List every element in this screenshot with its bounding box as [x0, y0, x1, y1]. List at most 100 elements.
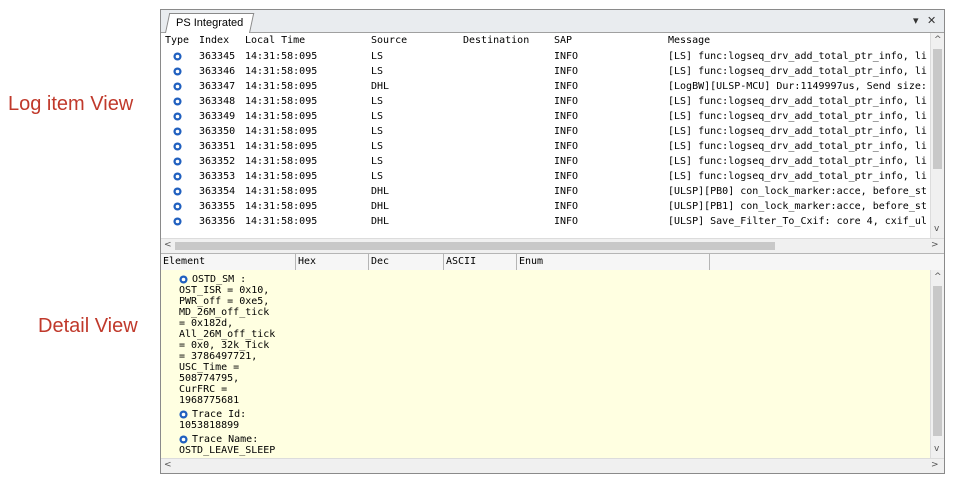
detail-scroll-down-arrow-icon[interactable]: v	[934, 444, 939, 454]
detail-col-ascii[interactable]: ASCII	[444, 254, 517, 270]
detail-col-enum[interactable]: Enum	[517, 254, 710, 270]
log-vertical-scrollbar[interactable]: ^ v	[930, 33, 944, 238]
cell-message: [LS] func:logseq_drv_add_total_ptr_info,…	[668, 51, 927, 62]
col-header-source[interactable]: Source	[371, 33, 407, 48]
scroll-left-arrow-icon[interactable]: <	[164, 240, 172, 250]
cell-message: [LS] func:logseq_drv_add_total_ptr_info,…	[668, 96, 927, 107]
log-type-icon	[173, 172, 182, 181]
cell-index: 363354	[199, 186, 236, 197]
scroll-down-arrow-icon[interactable]: v	[934, 224, 939, 234]
table-row[interactable]: 363346 14:31:58:095 LS INFO [LS] func:logseq…	[161, 64, 931, 79]
tree-node-value: = 3786497721,	[179, 351, 258, 362]
cell-sap: INFO	[554, 126, 579, 137]
tab-bar: PS Integrated ▾ ✕	[161, 10, 944, 33]
cell-local-time: 14:31:58:095	[245, 66, 318, 77]
cell-message: [LS] func:logseq_drv_add_total_ptr_info,…	[668, 141, 927, 152]
cell-message: [LS] func:logseq_drv_add_total_ptr_info,…	[668, 156, 927, 167]
cell-index: 363345	[199, 51, 236, 62]
cell-message: [LS] func:logseq_drv_add_total_ptr_info,…	[668, 66, 927, 77]
cell-sap: INFO	[554, 51, 579, 62]
cell-source: DHL	[371, 201, 390, 212]
tree-node-value: CurFRC =	[179, 384, 228, 395]
tree-node-value: PWR_off = 0xe5,	[179, 296, 270, 307]
detail-col-hex[interactable]: Hex	[296, 254, 369, 270]
table-row[interactable]: 363353 14:31:58:095 LS INFO [LS] func:logseq…	[161, 169, 931, 184]
cell-sap: INFO	[554, 81, 579, 92]
cell-message: [LS] func:logseq_drv_add_total_ptr_info,…	[668, 111, 927, 122]
cell-message: [ULSP][PB1] con_lock_marker:acce, before…	[668, 201, 927, 212]
cell-sap: INFO	[554, 186, 579, 197]
col-header-message[interactable]: Message	[668, 33, 710, 48]
cell-message: [LS] func:logseq_drv_add_total_ptr_info,…	[668, 171, 927, 182]
cell-sap: INFO	[554, 66, 579, 77]
detail-scroll-up-arrow-icon[interactable]: ^	[934, 272, 942, 282]
tree-node-label[interactable]: Trace Id:	[192, 409, 246, 420]
scroll-up-arrow-icon[interactable]: ^	[934, 35, 942, 45]
log-type-icon	[173, 127, 182, 136]
tree-node-icon[interactable]	[179, 435, 188, 444]
col-header-sap[interactable]: SAP	[554, 33, 572, 48]
cell-local-time: 14:31:58:095	[245, 126, 318, 137]
table-row[interactable]: 363349 14:31:58:095 LS INFO [LS] func:logseq…	[161, 109, 931, 124]
cell-sap: INFO	[554, 96, 579, 107]
table-row[interactable]: 363355 14:31:58:095 DHL INFO [ULSP][PB1] con…	[161, 199, 931, 214]
cell-sap: INFO	[554, 201, 579, 212]
col-header-destination[interactable]: Destination	[463, 33, 529, 48]
log-item-view: Type Index Local Time Source Destination…	[161, 33, 944, 238]
cell-local-time: 14:31:58:095	[245, 96, 318, 107]
table-row[interactable]: 363356 14:31:58:095 DHL INFO [ULSP] Save_Fil…	[161, 214, 931, 229]
log-type-icon	[173, 217, 182, 226]
cell-local-time: 14:31:58:095	[245, 171, 318, 182]
tab-ps-integrated[interactable]: PS Integrated	[165, 13, 255, 33]
scroll-right-arrow-icon[interactable]: >	[931, 240, 939, 250]
log-type-icon	[173, 187, 182, 196]
cell-local-time: 14:31:58:095	[245, 51, 318, 62]
tree-node-label[interactable]: Trace Name:	[192, 434, 258, 445]
cell-local-time: 14:31:58:095	[245, 156, 318, 167]
table-row[interactable]: 363345 14:31:58:095 LS INFO [LS] func:logseq…	[161, 49, 931, 64]
cell-source: LS	[371, 111, 384, 122]
tab-label: PS Integrated	[176, 17, 244, 29]
table-row[interactable]: 363348 14:31:58:095 LS INFO [LS] func:logseq…	[161, 94, 931, 109]
table-row[interactable]: 363347 14:31:58:095 DHL INFO [LogBW][ULSP-MC…	[161, 79, 931, 94]
cell-sap: INFO	[554, 141, 579, 152]
cell-index: 363349	[199, 111, 236, 122]
detail-scroll-right-arrow-icon[interactable]: >	[931, 460, 939, 470]
table-row[interactable]: 363350 14:31:58:095 LS INFO [LS] func:logseq…	[161, 124, 931, 139]
cell-index: 363350	[199, 126, 236, 137]
detail-col-dec[interactable]: Dec	[369, 254, 444, 270]
detail-scroll-left-arrow-icon[interactable]: <	[164, 460, 172, 470]
close-icon[interactable]: ✕	[927, 14, 936, 27]
tree-node-value: USC_Time =	[179, 362, 240, 373]
log-hscroll-thumb[interactable]	[175, 242, 775, 250]
detail-horizontal-scrollbar[interactable]: < >	[161, 458, 944, 473]
cell-local-time: 14:31:58:095	[245, 111, 318, 122]
detail-col-element[interactable]: Element	[161, 254, 296, 270]
tree-node-icon[interactable]	[179, 410, 188, 419]
cell-index: 363348	[199, 96, 236, 107]
cell-message: [LS] func:logseq_drv_add_total_ptr_info,…	[668, 126, 927, 137]
table-row[interactable]: 363351 14:31:58:095 LS INFO [LS] func:logseq…	[161, 139, 931, 154]
detail-scroll-thumb[interactable]	[933, 286, 942, 436]
tree-node-icon[interactable]	[179, 275, 188, 284]
tree-node-value: MD_26M_off_tick	[179, 307, 270, 318]
col-header-index[interactable]: Index	[199, 33, 229, 48]
log-scroll-thumb[interactable]	[933, 49, 942, 169]
detail-vertical-scrollbar[interactable]: ^ v	[930, 270, 944, 458]
detail-view: OSTD_SM : OST_ISR = 0x10, PWR_off = 0xe5, M…	[161, 270, 931, 458]
cell-local-time: 14:31:58:095	[245, 201, 318, 212]
table-row[interactable]: 363354 14:31:58:095 DHL INFO [ULSP][PB0] con…	[161, 184, 931, 199]
log-horizontal-scrollbar[interactable]: < >	[161, 238, 944, 253]
cell-index: 363347	[199, 81, 236, 92]
tree-node-value: OSTD_LEAVE_SLEEP	[179, 445, 276, 456]
col-header-type[interactable]: Type	[165, 33, 189, 48]
col-header-local-time[interactable]: Local Time	[245, 33, 305, 48]
table-row[interactable]: 363352 14:31:58:095 LS INFO [LS] func:logseq…	[161, 154, 931, 169]
cell-source: LS	[371, 171, 384, 182]
detail-header: Element Hex Dec ASCII Enum	[161, 253, 944, 271]
cell-local-time: 14:31:58:095	[245, 141, 318, 152]
chevron-down-icon[interactable]: ▾	[913, 14, 919, 27]
ps-integrated-panel: PS Integrated ▾ ✕ Type Index Local Time …	[160, 9, 945, 474]
cell-source: DHL	[371, 216, 390, 227]
tree-node-label[interactable]: OSTD_SM :	[192, 274, 246, 285]
